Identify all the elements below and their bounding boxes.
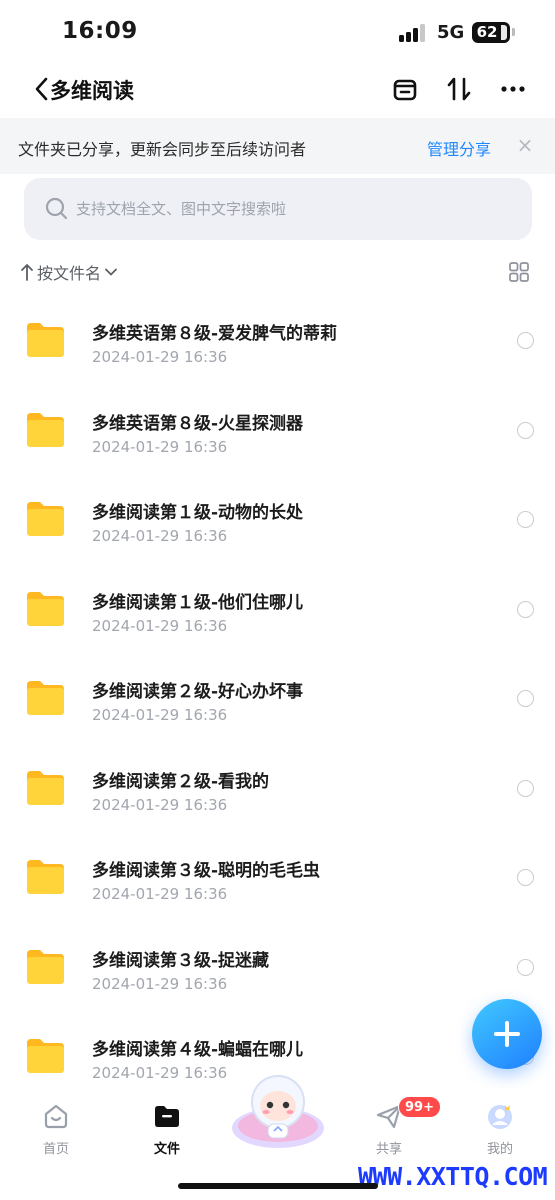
folder-icon [27, 1039, 64, 1073]
file-name: 多维阅读第１级-他们住哪儿 [92, 592, 304, 613]
file-row[interactable]: 多维阅读第２级-好心办坏事 2024-01-29 16:36 [0, 653, 555, 742]
battery-level: 62 [476, 23, 498, 41]
status-time: 16:09 [62, 18, 138, 44]
sort-arrows-icon [447, 77, 471, 101]
select-checkbox[interactable] [517, 332, 534, 349]
file-date: 2024-01-29 16:36 [92, 974, 228, 993]
status-bar: 16:09 5G 62 [0, 0, 555, 66]
file-name: 多维英语第８级-火星探测器 [92, 413, 304, 434]
file-name: 多维阅读第２级-看我的 [92, 771, 270, 792]
file-name: 多维阅读第２级-好心办坏事 [92, 682, 304, 702]
sort-label: 按文件名 [37, 264, 102, 283]
tab-files-label: 文件 [153, 1142, 180, 1157]
file-date: 2024-01-29 16:36 [92, 437, 228, 456]
folder-icon [27, 502, 64, 536]
search-bar[interactable] [24, 178, 532, 240]
more-button[interactable] [496, 72, 530, 106]
archive-button[interactable] [388, 72, 422, 106]
tab-profile[interactable]: 我的 [460, 1098, 540, 1160]
nav-bar: 多维阅读 [0, 66, 555, 116]
signal-icon [399, 24, 429, 42]
select-checkbox[interactable] [517, 690, 534, 707]
page-title: 多维阅读 [50, 79, 134, 103]
file-date: 2024-01-29 16:36 [92, 348, 228, 366]
tab-profile-label: 我的 [486, 1142, 513, 1157]
file-date: 2024-01-29 16:36 [92, 616, 228, 635]
arrow-up-icon [21, 264, 33, 281]
file-row[interactable]: 多维阅读第１级-他们住哪儿 2024-01-29 16:36 [0, 564, 555, 653]
folder-icon [27, 860, 64, 894]
file-row[interactable]: 多维阅读第１级-动物的长处 2024-01-29 16:36 [0, 474, 555, 563]
sort-toggle-button[interactable] [442, 72, 476, 106]
file-row[interactable]: 多维英语第８级-火星探测器 2024-01-29 16:36 [0, 385, 555, 474]
mascot-icon [232, 1075, 324, 1148]
folder-icon [155, 1106, 179, 1127]
share-banner: 文件夹已分享，更新会同步至后续访问者 管理分享 × [0, 118, 555, 174]
select-checkbox[interactable] [517, 511, 534, 528]
sort-by-name-button[interactable]: 按文件名 [20, 260, 118, 284]
notification-badge: 99+ [398, 1096, 441, 1118]
avatar-icon [488, 1105, 512, 1129]
folder-icon [27, 412, 64, 447]
search-input[interactable] [76, 178, 516, 240]
file-date: 2024-01-29 16:36 [92, 527, 228, 545]
file-name: 多维阅读第３级-捉迷藏 [92, 950, 270, 971]
chevron-left-icon [35, 77, 48, 101]
manage-share-link[interactable]: 管理分享 [427, 136, 491, 160]
folder-icon [27, 949, 64, 984]
tab-share-label: 共享 [375, 1142, 402, 1157]
file-name: 多维阅读第１级-动物的长处 [92, 503, 304, 523]
folder-icon [27, 323, 64, 357]
grid-icon [509, 262, 529, 282]
tab-files[interactable]: 文件 [127, 1098, 207, 1160]
archive-icon [393, 79, 417, 101]
file-name: 多维阅读第３级-聪明的毛毛虫 [92, 861, 321, 881]
folder-icon [27, 591, 64, 626]
watermark-text: WWW.XXTTQ.COM [358, 1162, 548, 1191]
file-date: 2024-01-29 16:36 [92, 706, 228, 724]
more-dots-icon [501, 86, 525, 92]
home-indicator [178, 1183, 378, 1189]
battery-icon: 62 [472, 22, 510, 43]
select-checkbox[interactable] [517, 958, 534, 976]
file-row[interactable]: 多维英语第８级-爱发脾气的蒂莉 2024-01-29 16:36 [0, 295, 555, 384]
file-row[interactable]: 多维阅读第２级-看我的 2024-01-29 16:36 [0, 743, 555, 832]
network-type: 5G [437, 22, 465, 43]
chevron-down-icon [105, 268, 117, 276]
add-button[interactable] [472, 999, 542, 1069]
select-checkbox[interactable] [517, 600, 534, 618]
file-row[interactable]: 多维阅读第３级-捉迷藏 2024-01-29 16:36 [0, 922, 555, 1011]
file-name: 多维阅读第４级-蝙蝠在哪儿 [92, 1040, 304, 1060]
folder-icon [27, 681, 64, 715]
search-icon [45, 197, 68, 220]
select-checkbox[interactable] [517, 779, 534, 797]
file-date: 2024-01-29 16:36 [92, 1064, 228, 1082]
home-icon [44, 1104, 68, 1129]
select-checkbox[interactable] [517, 869, 534, 886]
share-banner-text: 文件夹已分享，更新会同步至后续访问者 [18, 140, 307, 159]
select-checkbox[interactable] [517, 421, 534, 439]
file-date: 2024-01-29 16:36 [92, 885, 228, 903]
close-icon[interactable]: × [513, 133, 537, 157]
tab-home[interactable]: 首页 [16, 1098, 96, 1160]
sort-row: 按文件名 [0, 256, 555, 290]
file-name: 多维英语第８级-爱发脾气的蒂莉 [92, 324, 338, 344]
mascot-button[interactable] [230, 1072, 326, 1150]
tab-home-label: 首页 [42, 1142, 69, 1157]
folder-icon [27, 770, 64, 805]
file-date: 2024-01-29 16:36 [92, 795, 228, 814]
grid-view-button[interactable] [508, 261, 530, 283]
file-row[interactable]: 多维阅读第３级-聪明的毛毛虫 2024-01-29 16:36 [0, 832, 555, 921]
